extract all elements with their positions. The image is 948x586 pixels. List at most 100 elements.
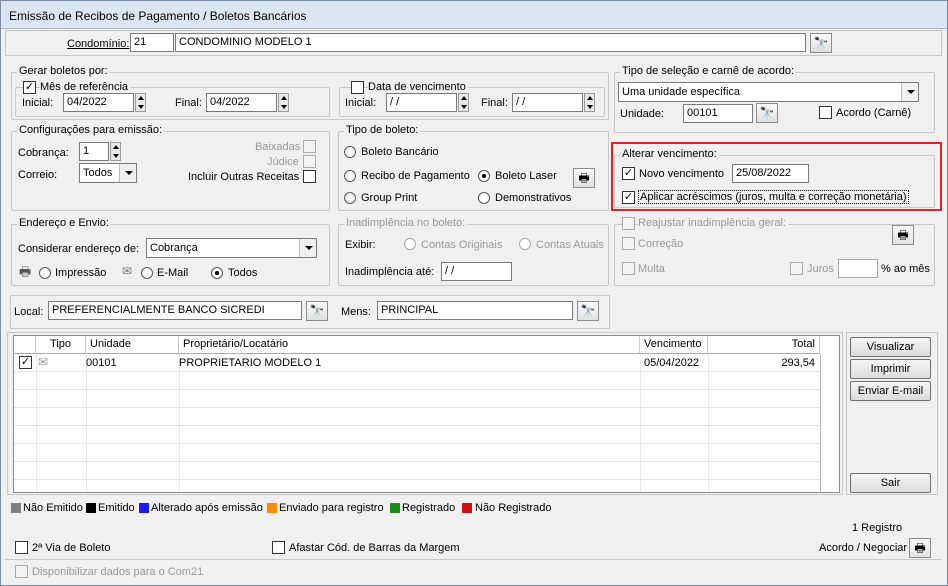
inadimplencia-title: Inadimplência no boleto: [344, 217, 468, 229]
considerar-endereco-value: Cobrança [150, 242, 198, 254]
col-header-check [14, 336, 36, 354]
table-row [14, 372, 820, 390]
impressao-label: Impressão [55, 267, 107, 279]
boleto-laser-radio[interactable] [478, 170, 490, 182]
chevron-down-icon[interactable] [299, 239, 316, 257]
inadimplencia-ate-label: Inadimplência até: [345, 266, 435, 278]
outras-receitas-label: Incluir Outras Receitas [188, 171, 300, 183]
col-header-unidade[interactable]: Unidade [86, 336, 179, 354]
envelope-icon: ✉ [122, 264, 133, 278]
exibir-label: Exibir: [345, 239, 376, 251]
contas-originais-radio[interactable] [404, 238, 416, 250]
window-title: Emissão de Recibos de Pagamento / Boleto… [9, 9, 307, 23]
unidade-input[interactable]: 00101 [683, 104, 753, 123]
judice-checkbox[interactable] [303, 155, 316, 168]
venc-inicial-label: Inicial: [345, 97, 377, 109]
mes-final-input[interactable]: 04/2022 [206, 93, 277, 112]
contas-atuais-radio[interactable] [519, 238, 531, 250]
mens-label: Mens: [341, 306, 371, 318]
col-header-vencimento[interactable]: Vencimento [640, 336, 708, 354]
cobranca-label: Cobrança: [18, 147, 69, 159]
cobranca-spinner[interactable] [110, 142, 121, 161]
mes-inicial-spinner[interactable] [135, 93, 146, 112]
demonstrativos-radio[interactable] [478, 192, 490, 204]
venc-inicial-spinner[interactable] [458, 93, 469, 112]
imprimir-button[interactable]: Imprimir [850, 359, 931, 379]
visualizar-button[interactable]: Visualizar [850, 337, 931, 357]
endereco-envio-title: Endereço e Envio: [17, 217, 111, 229]
col-header-proprietario[interactable]: Proprietário/Locatário [179, 336, 640, 354]
correio-select[interactable]: Todos [79, 163, 137, 183]
col-header-total[interactable]: Total [708, 336, 820, 354]
table-row [14, 462, 820, 480]
chevron-down-icon[interactable] [901, 83, 918, 101]
segunda-via-checkbox[interactable] [15, 541, 28, 554]
tipo-selecao-select[interactable]: Uma unidade específica [618, 82, 919, 102]
inadimplencia-ate-input[interactable]: / / [441, 262, 512, 281]
mens-input[interactable]: PRINCIPAL [377, 301, 573, 320]
config-boleto-button[interactable]: 🖶 [573, 168, 595, 188]
mes-inicial-input[interactable]: 04/2022 [63, 93, 134, 112]
search-condominio-button[interactable]: 🔭 [810, 33, 832, 53]
acordo-negociar-button[interactable]: 🖶 [909, 538, 931, 558]
row-select-checkbox[interactable]: ✓ [19, 356, 32, 369]
com21-checkbox[interactable] [15, 565, 28, 578]
binoculars-icon: 🔭 [813, 36, 829, 50]
juros-input[interactable] [838, 259, 878, 278]
mes-referencia-checkbox[interactable]: ✓ [23, 81, 36, 94]
sair-button[interactable]: Sair [850, 473, 931, 493]
chevron-down-icon[interactable] [119, 164, 136, 182]
outras-receitas-checkbox[interactable] [303, 170, 316, 183]
enviar-email-button[interactable]: Enviar E-mail [850, 381, 931, 401]
boletos-table[interactable]: Tipo Unidade Proprietário/Locatário Venc… [13, 335, 840, 493]
row-vencimento: 05/04/2022 [644, 357, 700, 369]
venc-inicial-input[interactable]: / / [386, 93, 457, 112]
boleto-bancario-label: Boleto Bancário [361, 146, 439, 158]
printer-icon: 🖶 [19, 264, 32, 279]
venc-final-input[interactable]: / / [512, 93, 583, 112]
reajustar-settings-button[interactable]: 🖶 [892, 225, 914, 245]
legend-swatch-nao-emitido [11, 503, 21, 513]
data-vencimento-label: Data de vencimento [368, 81, 468, 93]
juros-checkbox[interactable] [790, 262, 803, 275]
baixadas-checkbox[interactable] [303, 140, 316, 153]
table-row[interactable]: ✓ ✉ 00101 PROPRIETARIO MODELO 1 05/04/20… [14, 354, 820, 372]
tipo-boleto-title: Tipo de boleto: [344, 124, 421, 136]
condominio-code-input[interactable]: 21 [130, 33, 174, 52]
afastar-codigo-checkbox[interactable] [272, 541, 285, 554]
search-unidade-button[interactable]: 🔭 [756, 103, 778, 123]
local-input[interactable]: PREFERENCIALMENTE BANCO SICREDI [48, 301, 302, 320]
email-radio[interactable] [141, 267, 153, 279]
acordo-carne-checkbox[interactable] [819, 106, 832, 119]
recibo-pagamento-radio[interactable] [344, 170, 356, 182]
considerar-endereco-select[interactable]: Cobrança [146, 238, 317, 258]
correcao-checkbox[interactable] [622, 237, 635, 250]
mes-referencia-label: Mês de referência [40, 81, 131, 93]
todos-label: Todos [228, 267, 258, 279]
settings-icon: 🖶 [914, 541, 926, 555]
boleto-bancario-radio[interactable] [344, 146, 356, 158]
reajustar-checkbox[interactable] [622, 217, 635, 230]
binoculars-icon: 🔭 [759, 106, 775, 120]
table-row [14, 390, 820, 408]
venc-final-spinner[interactable] [584, 93, 595, 112]
search-local-button[interactable]: 🔭 [306, 301, 328, 321]
cobranca-input[interactable]: 1 [79, 142, 109, 161]
data-vencimento-checkbox[interactable] [351, 81, 364, 94]
search-mens-button[interactable]: 🔭 [577, 301, 599, 321]
impressao-radio[interactable] [39, 267, 51, 279]
title-bar: Emissão de Recibos de Pagamento / Boleto… [1, 1, 947, 29]
col-header-tipo[interactable]: Tipo [36, 336, 86, 354]
considerar-endereco-label: Considerar endereço de: [18, 243, 140, 255]
com21-label: Disponibilizar dados para o Com21 [32, 566, 204, 578]
table-row [14, 426, 820, 444]
condominio-name-input[interactable]: CONDOMINIO MODELO 1 [175, 33, 806, 52]
mes-final-spinner[interactable] [278, 93, 289, 112]
multa-checkbox[interactable] [622, 262, 635, 275]
condominio-label: Condomínio: [67, 38, 130, 50]
row-proprietario: PROPRIETARIO MODELO 1 [179, 357, 322, 369]
group-print-radio[interactable] [344, 192, 356, 204]
legend-registrado: Registrado [402, 502, 456, 514]
todos-radio[interactable] [211, 267, 223, 279]
inicial-label: Inicial: [22, 97, 54, 109]
